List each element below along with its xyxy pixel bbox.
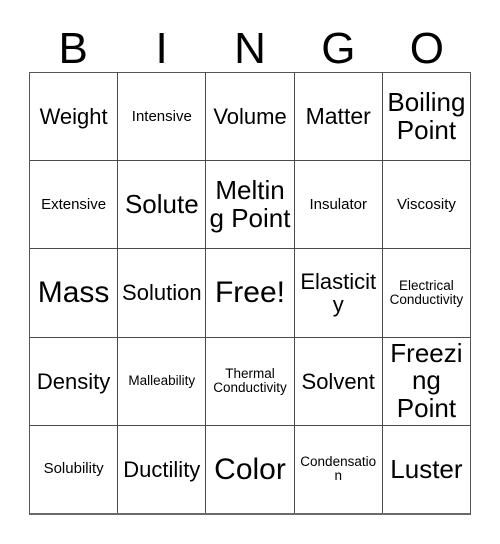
bingo-cell[interactable]: Solvent xyxy=(293,337,382,425)
bingo-row: Extensive Solute Melting Point Insulator… xyxy=(30,160,470,249)
bingo-row: Weight Intensive Volume Matter Boiling P… xyxy=(30,73,470,161)
bingo-cell[interactable]: Mass xyxy=(30,249,117,336)
bingo-cell[interactable]: Extensive xyxy=(30,161,117,248)
bingo-cell[interactable]: Freezing Point xyxy=(381,337,470,425)
header-letter-g: G xyxy=(321,24,356,73)
bingo-cell[interactable]: Electrical Conductivity xyxy=(381,249,470,337)
bingo-cell[interactable]: Solute xyxy=(117,161,205,249)
header-letter-n: N xyxy=(234,24,266,73)
bingo-cell[interactable]: Luster xyxy=(381,425,470,514)
bingo-grid: Weight Intensive Volume Matter Boiling P… xyxy=(29,72,471,515)
bingo-cell[interactable]: Malleability xyxy=(117,337,205,425)
bingo-cell[interactable]: Matter xyxy=(293,73,382,161)
header-letter-o: O xyxy=(409,24,444,73)
bingo-cell[interactable]: Condensation xyxy=(293,425,382,514)
bingo-cell[interactable]: Insulator xyxy=(293,161,382,249)
bingo-cell[interactable]: Thermal Conductivity xyxy=(205,337,293,425)
bingo-cell[interactable]: Ductility xyxy=(117,425,205,514)
bingo-header: B I N G O xyxy=(29,16,471,72)
bingo-cell[interactable]: Viscosity xyxy=(381,161,470,249)
bingo-cell[interactable]: Melting Point xyxy=(205,161,293,249)
bingo-cell[interactable]: Elasticity xyxy=(293,249,382,337)
bingo-card: B I N G O Weight Intensive Volume Matter… xyxy=(0,0,500,544)
header-letter-b: B xyxy=(58,24,88,73)
bingo-cell[interactable]: Boiling Point xyxy=(381,73,470,161)
bingo-cell[interactable]: Intensive xyxy=(117,73,205,161)
bingo-cell[interactable]: Solubility xyxy=(30,426,117,513)
bingo-row: Mass Solution Free! Elasticity Electrica… xyxy=(30,248,470,337)
bingo-cell-free-space[interactable]: Free! xyxy=(205,249,293,337)
bingo-cell[interactable]: Volume xyxy=(205,73,293,161)
bingo-cell[interactable]: Weight xyxy=(30,73,117,160)
bingo-cell[interactable]: Density xyxy=(30,338,117,425)
bingo-row: Solubility Ductility Color Condensation … xyxy=(30,424,470,514)
bingo-cell[interactable]: Solution xyxy=(117,249,205,337)
bingo-cell[interactable]: Color xyxy=(205,425,293,514)
bingo-row: Density Malleability Thermal Conductivit… xyxy=(30,336,470,425)
header-letter-i: I xyxy=(155,24,168,73)
